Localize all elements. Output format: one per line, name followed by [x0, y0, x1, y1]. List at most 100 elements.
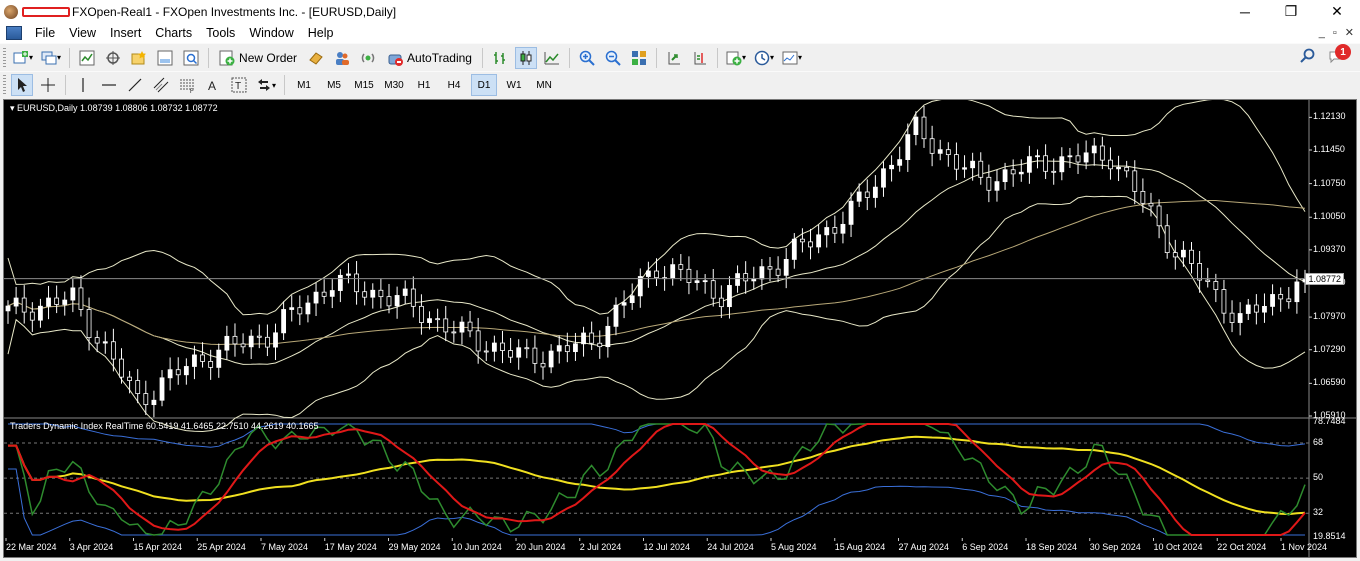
- autotrading-icon: [388, 54, 404, 66]
- date-axis-label: 1 Nov 2024: [1281, 542, 1328, 552]
- trendline-icon: [128, 78, 142, 92]
- market-watch-button[interactable]: [76, 47, 98, 69]
- indicators-button[interactable]: ▾: [724, 47, 748, 69]
- candle-body: [1205, 279, 1211, 282]
- date-axis-label: 3 Apr 2024: [69, 542, 114, 552]
- toolbar-grip[interactable]: [3, 47, 6, 68]
- profiles-button[interactable]: ▾: [39, 47, 63, 69]
- menu-charts[interactable]: Charts: [148, 23, 199, 43]
- svg-text:F: F: [190, 89, 194, 93]
- timeframe-m5[interactable]: M5: [321, 74, 347, 96]
- tile-windows-button[interactable]: [628, 47, 650, 69]
- market-signals-button[interactable]: [357, 47, 379, 69]
- chart-shift-button[interactable]: [689, 47, 711, 69]
- periods-button[interactable]: ▾: [752, 47, 776, 69]
- zoom-out-button[interactable]: [602, 47, 624, 69]
- data-window-button[interactable]: [102, 47, 124, 69]
- menu-window[interactable]: Window: [242, 23, 300, 43]
- timeframe-d1[interactable]: D1: [471, 74, 498, 96]
- meta-editor-button[interactable]: [305, 47, 327, 69]
- candlestick-chart-button[interactable]: [514, 46, 537, 69]
- candle-body: [840, 223, 846, 234]
- search-icon[interactable]: [1300, 48, 1316, 64]
- candle-body: [297, 307, 303, 315]
- maximize-button[interactable]: ❐: [1268, 0, 1314, 23]
- autotrading-button[interactable]: AutoTrading: [383, 47, 476, 69]
- timeframe-h1[interactable]: H1: [411, 74, 437, 96]
- text-label-button[interactable]: T: [228, 74, 250, 96]
- notification-badge: 1: [1335, 44, 1351, 60]
- title-bar: FXOpen-Real1 - FXOpen Investments Inc. -…: [0, 0, 1360, 23]
- close-button[interactable]: ✕: [1314, 0, 1360, 23]
- toolbar-separator: [65, 75, 66, 95]
- timeframe-mn[interactable]: MN: [531, 74, 557, 96]
- navigator-button[interactable]: [128, 47, 150, 69]
- candle-body: [889, 164, 894, 170]
- zoom-in-button[interactable]: [576, 47, 598, 69]
- notifications-button[interactable]: 1: [1328, 44, 1351, 65]
- new-order-button[interactable]: New Order: [215, 47, 301, 69]
- date-axis-label: 22 Mar 2024: [6, 542, 57, 552]
- candle-body: [54, 297, 60, 305]
- menu-tools[interactable]: Tools: [199, 23, 242, 43]
- candle-body: [848, 200, 854, 225]
- timeframe-w1[interactable]: W1: [501, 74, 527, 96]
- bar-chart-button[interactable]: [489, 47, 511, 69]
- candle-body: [102, 341, 108, 344]
- horizontal-line-button[interactable]: [98, 74, 120, 96]
- signals-button[interactable]: [331, 47, 353, 69]
- app-logo-icon: [4, 4, 18, 19]
- candle-body: [329, 290, 335, 297]
- candle-body: [62, 299, 68, 305]
- vertical-line-button[interactable]: [72, 74, 94, 96]
- mdi-minimize-button[interactable]: _: [1319, 23, 1325, 43]
- candle-body: [532, 347, 538, 364]
- menu-help[interactable]: Help: [301, 23, 341, 43]
- candle-body: [556, 345, 562, 352]
- fibonacci-button[interactable]: F: [176, 74, 198, 96]
- candle-body: [589, 332, 595, 344]
- templates-button[interactable]: ▾: [780, 47, 804, 69]
- candle-body: [1213, 281, 1219, 290]
- candle-body: [800, 238, 805, 243]
- mdi-close-button[interactable]: ✕: [1345, 23, 1354, 43]
- candle-body: [337, 274, 343, 291]
- chart-canvas[interactable]: [4, 100, 1356, 557]
- equidistant-channel-button[interactable]: [150, 74, 172, 96]
- crosshair-tool-button[interactable]: [37, 74, 59, 96]
- trendline-button[interactable]: [124, 74, 146, 96]
- clock-icon: [754, 50, 770, 65]
- timeframe-m15[interactable]: M15: [351, 74, 377, 96]
- minimize-button[interactable]: ─: [1222, 0, 1268, 23]
- cursor-tool-button[interactable]: [11, 74, 33, 96]
- candle-body: [621, 302, 627, 306]
- menu-insert[interactable]: Insert: [103, 23, 148, 43]
- candle-body: [1043, 155, 1048, 172]
- candle-body: [1221, 289, 1227, 314]
- strategy-tester-button[interactable]: [180, 47, 202, 69]
- candle-body: [767, 266, 773, 270]
- candle-body: [727, 285, 732, 308]
- menu-view[interactable]: View: [62, 23, 103, 43]
- timeframe-m30[interactable]: M30: [381, 74, 407, 96]
- indicator-axis-label: 19.8514: [1313, 531, 1346, 541]
- timeframe-h4[interactable]: H4: [441, 74, 467, 96]
- text-tool-button[interactable]: A: [202, 74, 224, 96]
- autoscroll-button[interactable]: [663, 47, 685, 69]
- indicator-axis-label: 32: [1313, 507, 1324, 518]
- candle-body: [921, 116, 927, 140]
- menu-file[interactable]: File: [28, 23, 62, 43]
- toolbar-grip[interactable]: [3, 75, 6, 95]
- candle-body: [38, 305, 43, 321]
- chart-window[interactable]: ▾ EURUSD,Daily 1.08739 1.08806 1.08732 1…: [3, 99, 1357, 558]
- candle-body: [654, 270, 659, 279]
- candle-body: [824, 227, 830, 236]
- timeframe-m1[interactable]: M1: [291, 74, 317, 96]
- line-chart-button[interactable]: [541, 47, 563, 69]
- mdi-restore-button[interactable]: ▫: [1333, 23, 1337, 43]
- indicators-icon: [726, 51, 742, 65]
- terminal-button[interactable]: [154, 47, 176, 69]
- standard-toolbar: ▾ ▾ New Order AutoTrading ▾ ▾ ▾ 1: [0, 43, 1360, 71]
- arrows-button[interactable]: ▾: [254, 74, 278, 96]
- new-chart-button[interactable]: ▾: [11, 47, 35, 69]
